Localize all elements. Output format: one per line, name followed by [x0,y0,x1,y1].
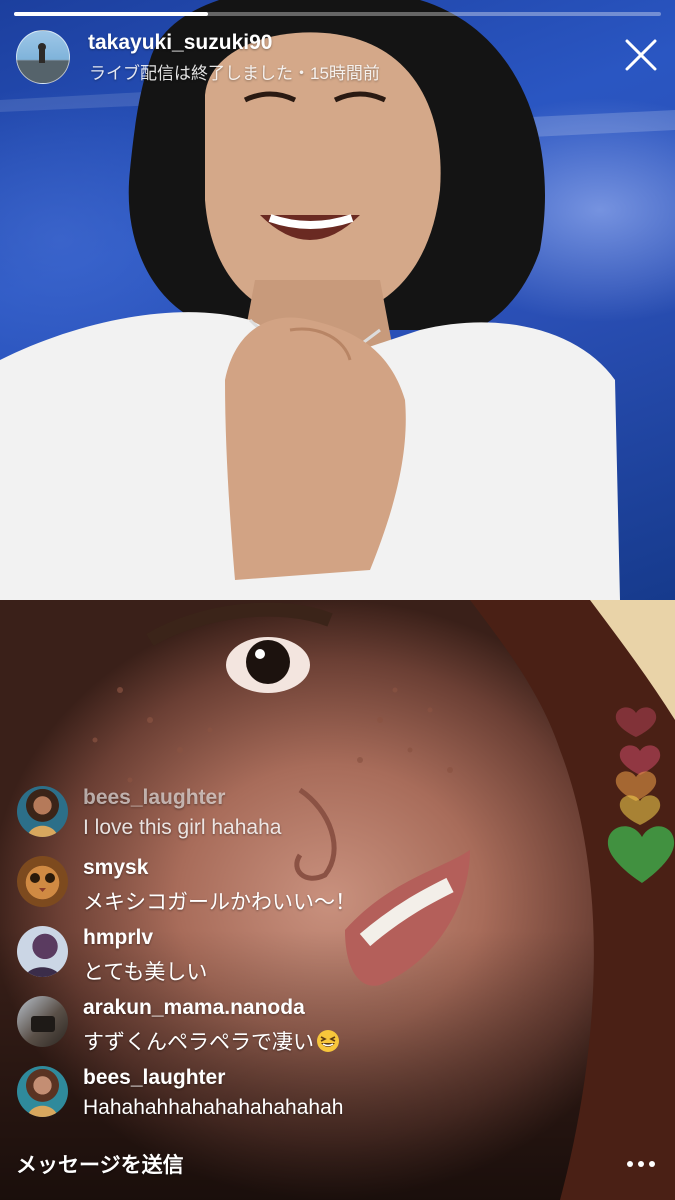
comment-text-body: すずくんペラペラで凄い [83,1031,314,1054]
comment-text: すずくんペラペラで凄い [83,1026,340,1056]
commenter-avatar[interactable] [17,856,68,907]
close-icon [625,39,657,71]
profile-photo-icon [17,43,69,83]
comment-username[interactable]: hmprlv [83,926,153,950]
profile-photo-icon [25,967,61,977]
heart-icons [607,707,675,883]
host-video [0,0,675,600]
comment-text: I love this girl hahaha [83,816,282,839]
more-dots-icon [627,1161,655,1167]
more-options-button[interactable] [621,1152,661,1176]
host-username[interactable]: takayuki_suzuki90 [88,31,272,55]
comment-username[interactable]: bees_laughter [83,1066,225,1090]
host-avatar[interactable] [16,30,70,84]
comment-text: メキシコガールかわいい〜！ [83,891,356,914]
commenter-avatar[interactable] [17,1066,68,1117]
commenter-avatar[interactable] [17,926,68,977]
comment-item: bees_laughter I love this girl hahaha [16,782,536,852]
floating-hearts [600,705,675,895]
commenter-avatar[interactable] [17,786,68,837]
heart-icon [607,826,675,883]
heart-icon [615,707,657,737]
grinning-squinting-face-icon [317,1030,339,1052]
heart-icon [619,745,661,775]
comment-username[interactable]: smysk [83,856,148,880]
heart-icon [619,795,661,825]
comment-text: とても美しい [83,961,208,984]
comment-item: arakun_mama.nanoda すずくんペラペラで凄い [16,992,536,1062]
live-progress-fill [14,12,209,16]
profile-photo-icon [27,1105,58,1117]
comment-list: bees_laughter I love this girl hahaha sm… [16,782,536,1132]
profile-photo-icon [30,873,55,892]
comment-username[interactable]: arakun_mama.nanoda [83,996,305,1020]
comment-item: hmprlv とても美しい [16,922,536,992]
live-progress-bar [14,12,661,16]
profile-photo-icon [27,825,58,837]
commenter-avatar[interactable] [17,996,68,1047]
comment-item: bees_laughter Hahahahhahahahahahahah [16,1062,536,1132]
host-video-image [0,0,675,600]
live-status-text: ライブ配信は終了しました・15時間前 [89,64,380,83]
send-message-input[interactable]: メッセージを送信 [16,1149,184,1179]
close-button[interactable] [623,37,659,73]
comment-text: Hahahahhahahahahahahah [83,1096,344,1119]
comment-username[interactable]: bees_laughter [83,786,225,810]
comment-item: smysk メキシコガールかわいい〜！ [16,852,536,922]
profile-photo-icon [31,1016,55,1032]
